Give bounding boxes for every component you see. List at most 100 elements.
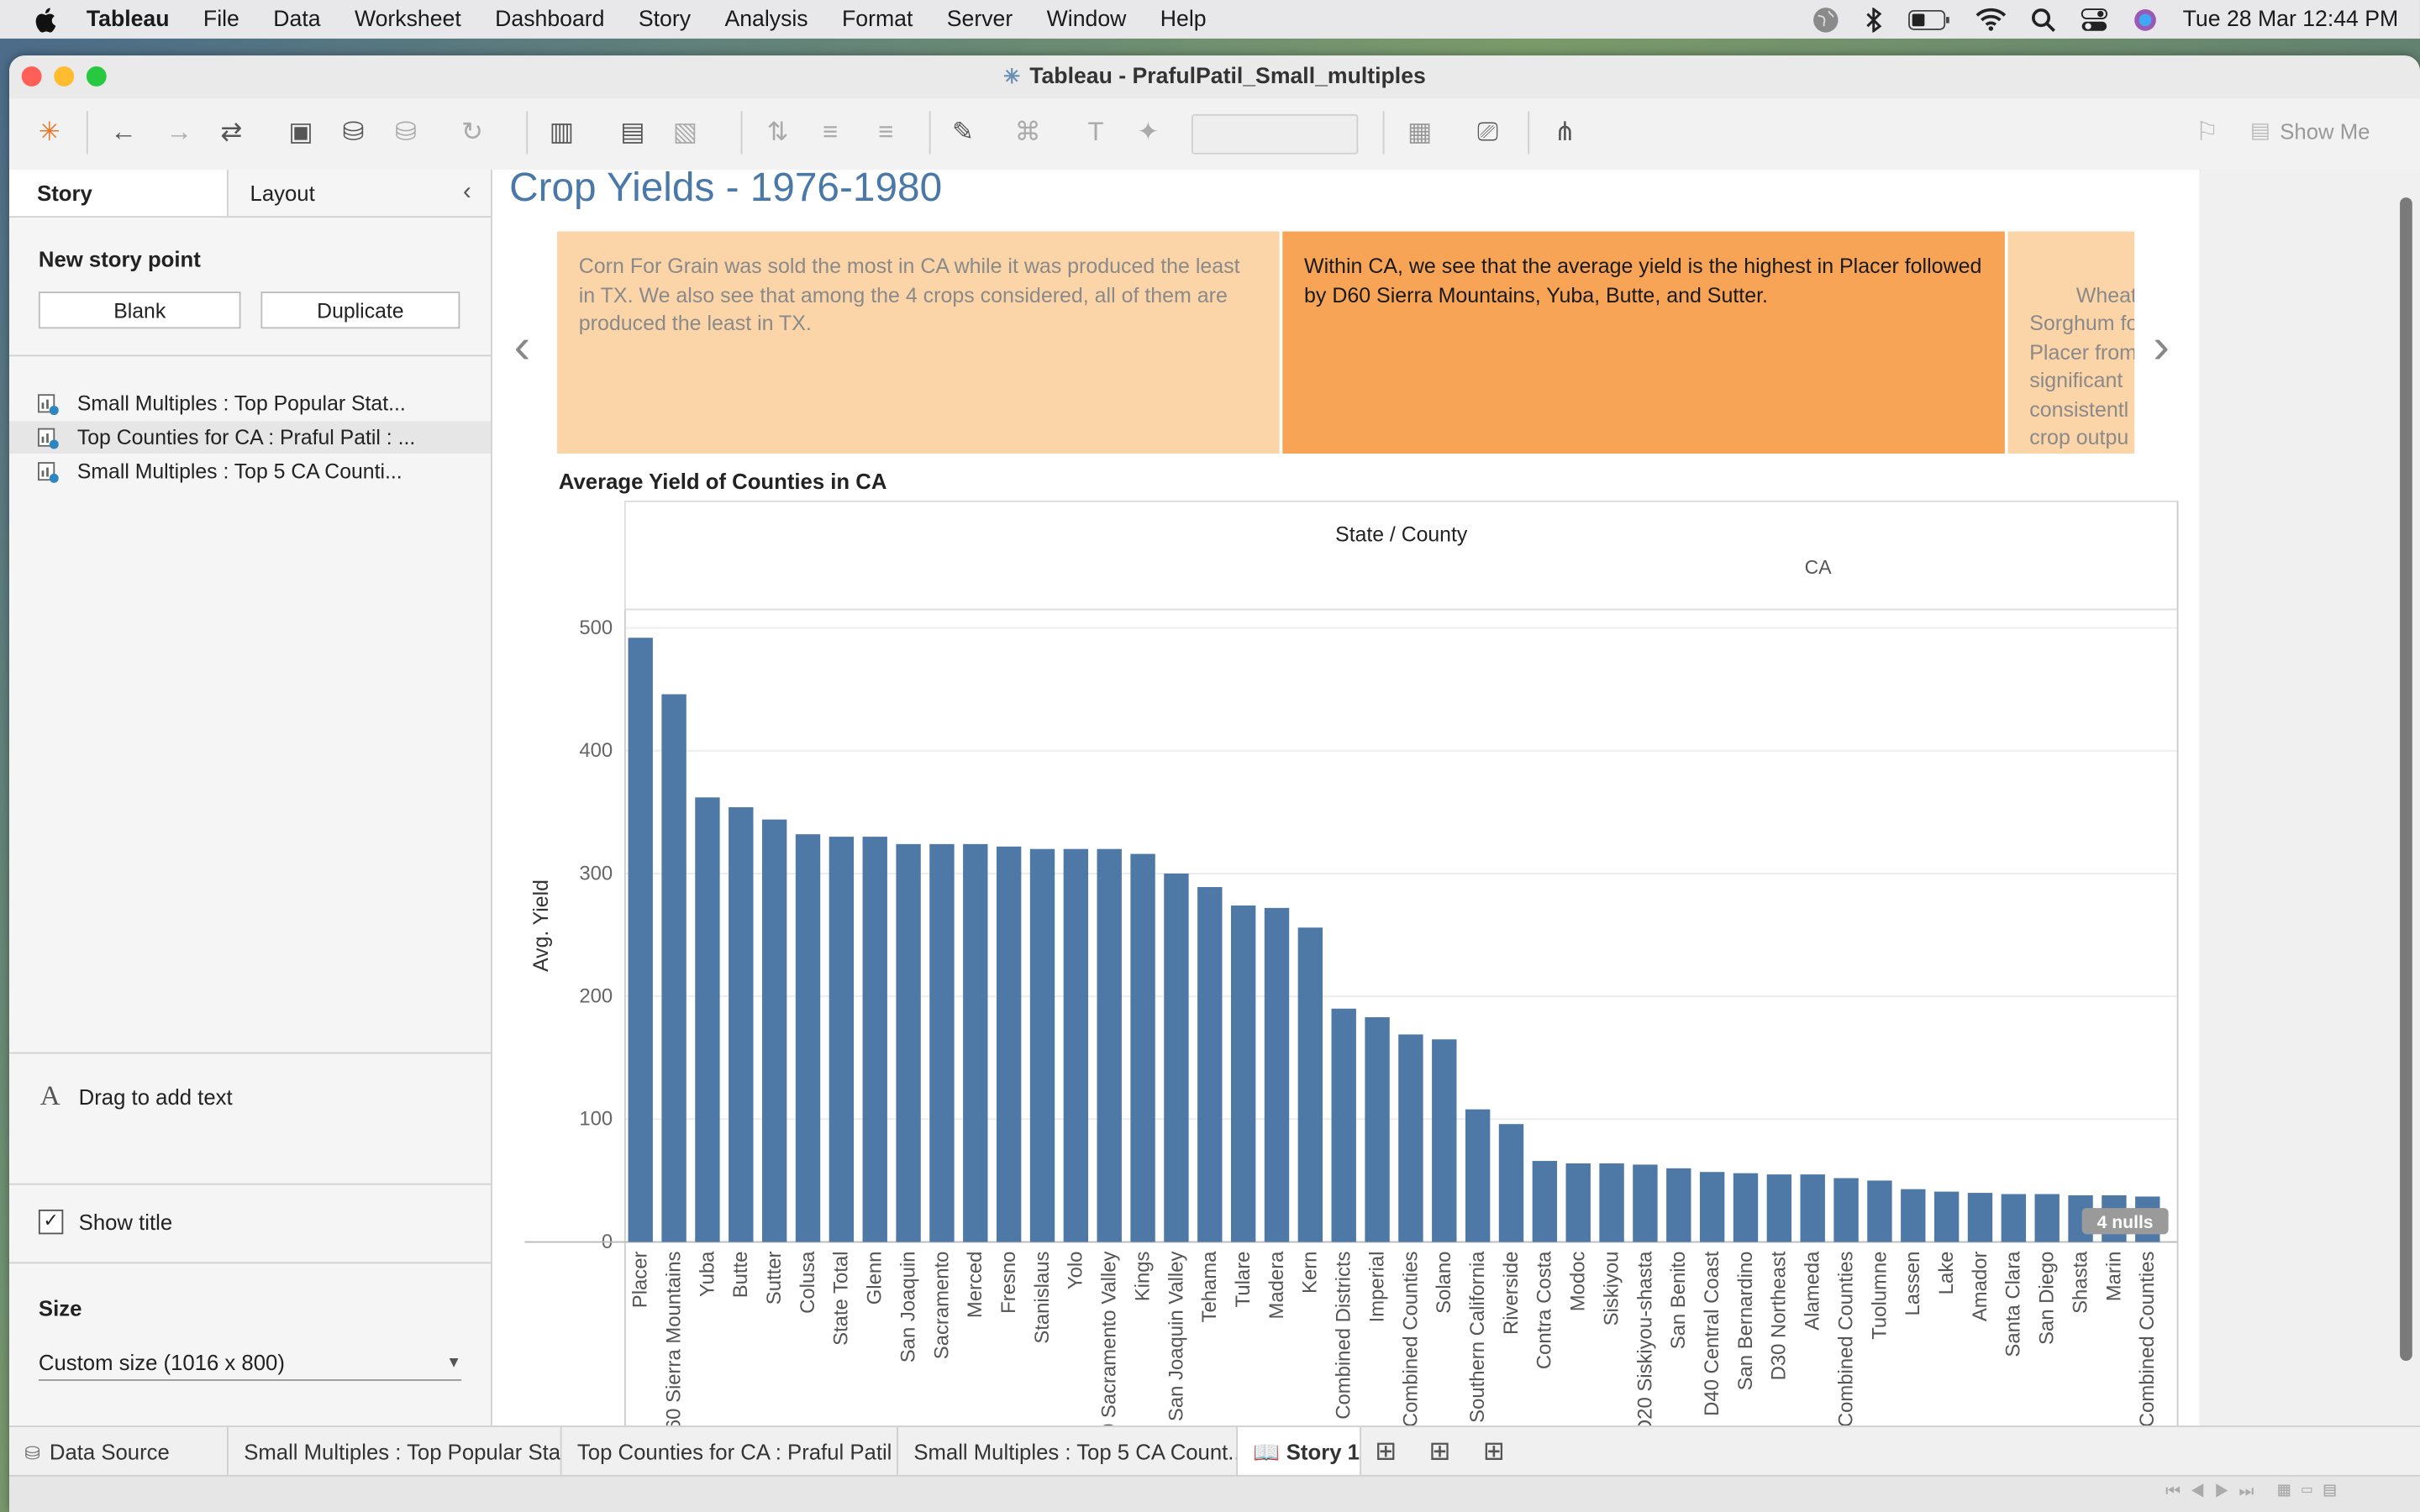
- fix-axes-icon[interactable]: ✦: [1129, 114, 1166, 151]
- bar[interactable]: [1063, 848, 1089, 1242]
- previous-story-point-icon[interactable]: ‹: [514, 318, 531, 375]
- blank-button[interactable]: Blank: [38, 291, 241, 329]
- sheet-tab[interactable]: Small Multiples : Top Popular Sta...: [229, 1426, 562, 1477]
- new-worksheet-icon[interactable]: ▥: [544, 114, 581, 151]
- siri-icon[interactable]: [2133, 7, 2158, 31]
- bar[interactable]: [695, 797, 720, 1242]
- bluetooth-icon[interactable]: [1865, 7, 1883, 32]
- bar[interactable]: [1164, 873, 1189, 1242]
- bar[interactable]: [1297, 927, 1323, 1242]
- bar[interactable]: [963, 843, 988, 1242]
- new-story-tab-icon[interactable]: ⊞: [1476, 1433, 1512, 1470]
- collapse-pane-icon[interactable]: ‹: [463, 179, 471, 207]
- bar[interactable]: [1901, 1189, 1926, 1242]
- new-worksheet-tab-icon[interactable]: ⊞: [1367, 1433, 1404, 1470]
- bar[interactable]: [661, 694, 687, 1242]
- spotlight-search-icon[interactable]: [2032, 7, 2056, 32]
- menu-format[interactable]: Format: [842, 7, 913, 31]
- control-center-icon[interactable]: [2081, 7, 2108, 31]
- bar[interactable]: [1867, 1180, 1892, 1242]
- bar[interactable]: [1097, 848, 1122, 1242]
- bar[interactable]: [1766, 1174, 1792, 1242]
- bar[interactable]: [795, 834, 821, 1242]
- story-point-item-selected[interactable]: Top Counties for CA : Praful Patil : ...: [9, 421, 492, 454]
- bar[interactable]: [1130, 853, 1155, 1242]
- clear-sheet-icon[interactable]: ▧: [666, 114, 703, 151]
- bar[interactable]: [1699, 1172, 1725, 1242]
- bar[interactable]: [1933, 1191, 1960, 1242]
- tab-layout[interactable]: Layout: [250, 170, 315, 216]
- data-source-tab[interactable]: ⛁ Data Source: [9, 1426, 229, 1477]
- story-point-item[interactable]: Small Multiples : Top 5 CA Counti...: [37, 455, 485, 488]
- bar[interactable]: [996, 846, 1022, 1242]
- highlight-icon[interactable]: ✎: [944, 114, 981, 151]
- sort-ascending-icon[interactable]: ≡: [812, 114, 849, 151]
- close-window-button[interactable]: [21, 66, 42, 87]
- bar[interactable]: [1331, 1008, 1356, 1242]
- story-tab-active[interactable]: 📖 Story 1: [1238, 1426, 1361, 1477]
- bar[interactable]: [1633, 1164, 1658, 1242]
- story-caption-card-selected[interactable]: Within CA, we see that the average yield…: [1282, 231, 2005, 454]
- bar[interactable]: [1197, 887, 1223, 1242]
- menu-file[interactable]: File: [203, 7, 239, 31]
- bar[interactable]: [1264, 907, 1290, 1242]
- menubar-clock[interactable]: Tue 28 Mar 12:44 PM: [2183, 7, 2399, 31]
- bar[interactable]: [1532, 1161, 1558, 1242]
- replay-icon[interactable]: ⇄: [213, 114, 250, 151]
- menu-dashboard[interactable]: Dashboard: [495, 7, 604, 31]
- minimize-window-button[interactable]: [54, 66, 75, 87]
- bar[interactable]: [896, 843, 921, 1242]
- group-members-icon[interactable]: ⌘: [1009, 114, 1046, 151]
- format-painter-icon[interactable]: ⚐: [2188, 114, 2225, 151]
- pause-updates-icon[interactable]: ⛁: [387, 114, 424, 151]
- sort-descending-icon[interactable]: ≡: [867, 114, 904, 151]
- bar[interactable]: [1398, 1034, 1423, 1242]
- refresh-icon[interactable]: ↻: [454, 114, 491, 151]
- bar[interactable]: [761, 819, 787, 1242]
- share-icon[interactable]: ⋔: [1546, 114, 1583, 151]
- show-cards-icon[interactable]: ▦: [1402, 114, 1439, 151]
- bar[interactable]: [1230, 905, 1256, 1242]
- presentation-mode-icon[interactable]: ⎚: [1470, 114, 1507, 151]
- status-nav-icons[interactable]: ⏮◀▶⏭ ▦▭▤: [2165, 1483, 2346, 1503]
- bar[interactable]: [1565, 1163, 1591, 1242]
- show-title-checkbox[interactable]: ✓: [38, 1209, 64, 1235]
- save-icon[interactable]: ▣: [282, 114, 319, 151]
- tableau-logo-icon[interactable]: ✳: [31, 114, 68, 151]
- wifi-icon[interactable]: [1976, 8, 2007, 31]
- duplicate-button[interactable]: Duplicate: [260, 291, 460, 329]
- show-me-button[interactable]: ▤ Show Me: [2250, 118, 2370, 144]
- story-caption-card[interactable]: Corn For Grain was sold the most in CA w…: [557, 231, 1280, 454]
- sheet-tab[interactable]: Top Counties for CA : Praful Patil ...: [562, 1426, 898, 1477]
- bar[interactable]: [929, 843, 955, 1242]
- redo-icon[interactable]: →: [160, 114, 197, 151]
- bar[interactable]: [1432, 1039, 1457, 1242]
- bar[interactable]: [1666, 1168, 1691, 1242]
- menu-window[interactable]: Window: [1047, 7, 1127, 31]
- bar[interactable]: [1029, 848, 1055, 1242]
- bar[interactable]: [862, 837, 887, 1242]
- story-point-item[interactable]: Small Multiples : Top Popular Stat...: [37, 387, 485, 420]
- menu-help[interactable]: Help: [1160, 7, 1207, 31]
- sheet-tab[interactable]: Small Multiples : Top 5 CA Count...: [898, 1426, 1239, 1477]
- menu-worksheet[interactable]: Worksheet: [355, 7, 461, 31]
- bar[interactable]: [1465, 1109, 1491, 1242]
- drag-to-add-text[interactable]: A Drag to add text: [40, 1080, 233, 1113]
- new-data-source-icon[interactable]: ⛁: [335, 114, 372, 151]
- undo-icon[interactable]: ←: [105, 114, 142, 151]
- next-story-point-icon[interactable]: ›: [2153, 318, 2170, 375]
- zoom-window-button[interactable]: [86, 66, 107, 87]
- bar[interactable]: [1800, 1174, 1825, 1242]
- bar[interactable]: [729, 806, 754, 1242]
- bar[interactable]: [1733, 1173, 1759, 1242]
- vertical-scrollbar[interactable]: [2400, 197, 2412, 1361]
- story-caption-card[interactable]: Wheat All a Sorghum fo Placer from signi…: [2007, 231, 2135, 454]
- bar[interactable]: [1365, 1016, 1390, 1242]
- menu-analysis[interactable]: Analysis: [724, 7, 808, 31]
- apple-logo-icon[interactable]: [34, 7, 56, 32]
- menu-app-name[interactable]: Tableau: [87, 7, 170, 31]
- show-title-option[interactable]: ✓ Show title: [38, 1209, 172, 1235]
- bar[interactable]: [2001, 1194, 2027, 1242]
- globe-icon[interactable]: [1812, 5, 1840, 33]
- menu-data[interactable]: Data: [273, 7, 320, 31]
